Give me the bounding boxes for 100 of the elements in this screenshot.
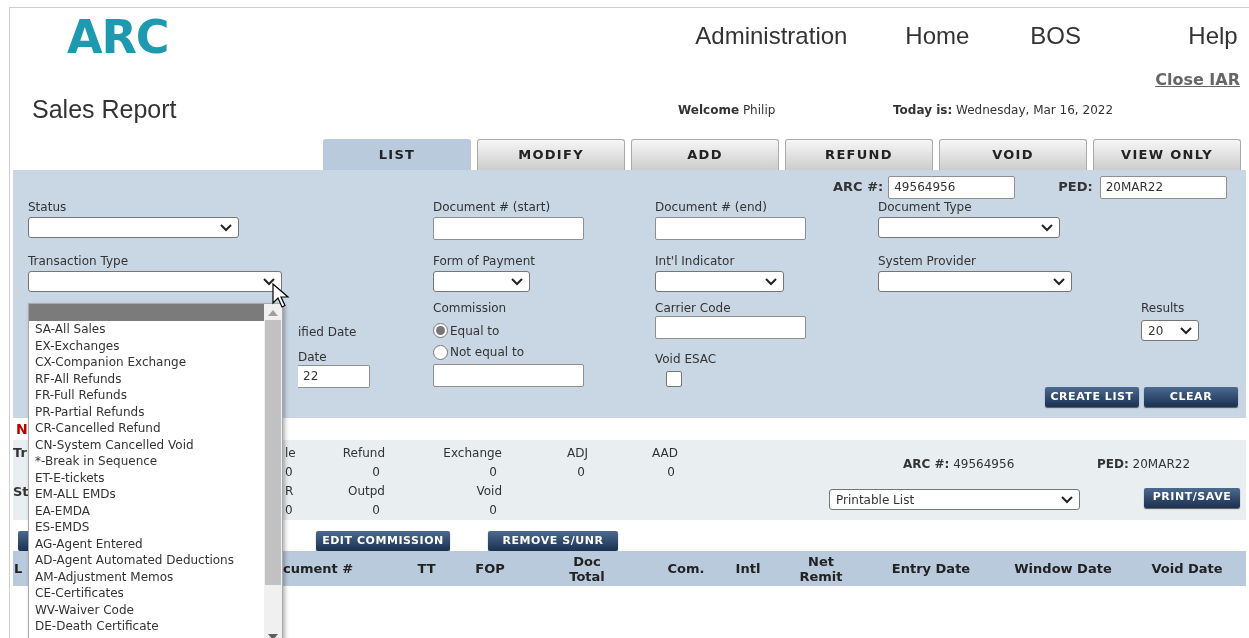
dropdown-option[interactable]: *-Break in Sequence: [29, 453, 264, 470]
field-label: Date: [298, 350, 328, 365]
column-header: Intl: [735, 561, 761, 576]
field-label: Form of Payment: [433, 254, 536, 269]
radio-button[interactable]: [433, 345, 448, 360]
scrollbar[interactable]: [264, 304, 282, 638]
column-header: FOP: [475, 561, 505, 576]
field-label: Carrier Code: [655, 301, 732, 316]
dropdown-field[interactable]: [433, 271, 530, 292]
dropdown-option[interactable]: DE-Death Certificate: [29, 618, 264, 635]
column-header: Net Remit: [798, 553, 844, 584]
radio-label: Equal to: [450, 322, 500, 340]
field-label: ified Date: [298, 325, 358, 340]
summary-value: 0: [285, 464, 293, 479]
action-button[interactable]: EDIT COMMISSION: [316, 531, 450, 551]
section-heading: N: [16, 421, 28, 437]
dropdown-option[interactable]: CX-Companion Exchange: [29, 354, 264, 371]
dropdown-option[interactable]: AM-Adjustment Memos: [29, 568, 264, 585]
action-button[interactable]: CLEAR: [1144, 387, 1238, 407]
dropdown-field[interactable]: [655, 271, 784, 292]
dropdown-option[interactable]: EM-ALL EMDs: [29, 486, 264, 503]
dropdown-option[interactable]: ES-EMDS: [29, 519, 264, 536]
nav-link[interactable]: Help: [1188, 22, 1238, 49]
chevron-down-icon: [1180, 326, 1192, 335]
action-button[interactable]: PRINT/SAVE: [1144, 487, 1240, 508]
field-label: Document Type: [878, 200, 973, 215]
tab[interactable]: LIST: [323, 139, 471, 170]
column-header: Com.: [667, 561, 705, 576]
radio-button[interactable]: [433, 323, 448, 339]
text-field[interactable]: [655, 316, 806, 339]
text-field[interactable]: [655, 217, 806, 240]
nav-link[interactable]: Administration: [695, 22, 848, 49]
tab[interactable]: MODIFY: [477, 139, 625, 170]
column-header: R: [285, 484, 294, 499]
dropdown-option[interactable]: AD-Agent Automated Deductions: [29, 552, 264, 569]
field-label: Results: [1141, 301, 1186, 316]
dropdown-option[interactable]: ET-E-tickets: [29, 469, 264, 486]
text-field[interactable]: 20MAR22: [1099, 175, 1227, 199]
checkbox[interactable]: [666, 371, 682, 387]
text-field[interactable]: 22: [298, 365, 370, 388]
chevron-down-icon: [220, 223, 232, 232]
column-header: Doc Total: [568, 553, 606, 584]
dropdown-option[interactable]: SA-All Sales: [29, 321, 264, 338]
summary-value: 0: [577, 464, 585, 479]
column-header: le: [285, 445, 296, 460]
field-label: Int'l Indicator: [655, 254, 736, 269]
column-header: Outpd: [348, 484, 385, 499]
dropdown-field[interactable]: [28, 217, 239, 238]
nav-link[interactable]: BOS: [1030, 22, 1082, 49]
row-label: St: [13, 483, 29, 499]
tab[interactable]: REFUND: [785, 139, 933, 170]
summary-value: 0: [667, 464, 675, 479]
dropdown-option[interactable]: EA-EMDA: [29, 502, 264, 519]
dropdown-field[interactable]: [878, 217, 1060, 238]
logo: ARC: [67, 16, 169, 58]
dropdown-field[interactable]: 20: [1141, 320, 1199, 341]
page-title: Sales Report: [32, 94, 178, 126]
dropdown-field[interactable]: [878, 271, 1072, 292]
chevron-down-icon: [1053, 277, 1065, 286]
chevron-down-icon: [1041, 223, 1053, 232]
action-button[interactable]: REMOVE S/UNR: [488, 531, 618, 551]
nav-link[interactable]: Home: [905, 22, 970, 49]
column-header: Exchange: [443, 445, 502, 460]
dropdown-option[interactable]: AG-Agent Entered: [29, 535, 264, 552]
text-field[interactable]: 49564956: [888, 175, 1016, 199]
dropdown-option[interactable]: WV-Waiver Code: [29, 601, 264, 618]
radio-label: Not equal to: [450, 344, 524, 362]
tab[interactable]: ADD: [631, 139, 779, 170]
ped-date: PED: 20MAR22: [1097, 456, 1191, 473]
chevron-down-icon: [765, 277, 777, 286]
row-label: Tr: [13, 445, 27, 460]
dropdown-option[interactable]: CE-Certificates: [29, 585, 264, 602]
dropdown-option[interactable]: FR-Full Refunds: [29, 387, 264, 404]
text-field[interactable]: [433, 217, 584, 240]
dropdown-option[interactable]: CN-System Cancelled Void: [29, 436, 264, 453]
scrollbar-thumb[interactable]: [265, 320, 281, 585]
arc-number: ARC #: 49564956: [903, 456, 1016, 473]
text-field[interactable]: [433, 364, 584, 387]
chevron-down-icon: [1061, 495, 1073, 504]
dropdown-option[interactable]: PR-Partial Refunds: [29, 403, 264, 420]
dropdown-option[interactable]: RF-All Refunds: [29, 370, 264, 387]
field-label: Document # (end): [655, 200, 768, 215]
summary-value: 0: [285, 503, 293, 518]
tab[interactable]: VOID: [939, 139, 1087, 170]
welcome-text: Welcome Philip: [678, 103, 776, 117]
tab[interactable]: VIEW ONLY: [1093, 139, 1241, 170]
field-label: Commission: [433, 301, 508, 316]
dropdown-field[interactable]: [28, 271, 282, 292]
column-header: AAD: [652, 445, 678, 460]
scroll-up-icon[interactable]: [268, 310, 278, 316]
today-date: Today is: Wednesday, Mar 16, 2022: [893, 102, 1114, 119]
action-button[interactable]: CREATE LIST: [1045, 387, 1139, 407]
summary-value: 0: [489, 503, 497, 518]
field-label: ARC #:: [833, 178, 884, 197]
field-label: Document # (start): [433, 200, 552, 215]
dropdown-option[interactable]: EX-Exchanges: [29, 337, 264, 354]
dropdown-field[interactable]: Printable List: [829, 489, 1080, 510]
dropdown-option[interactable]: CR-Cancelled Refund: [29, 420, 264, 437]
column-header: Void Date: [1151, 561, 1223, 576]
close-link[interactable]: Close IAR: [1155, 68, 1240, 90]
